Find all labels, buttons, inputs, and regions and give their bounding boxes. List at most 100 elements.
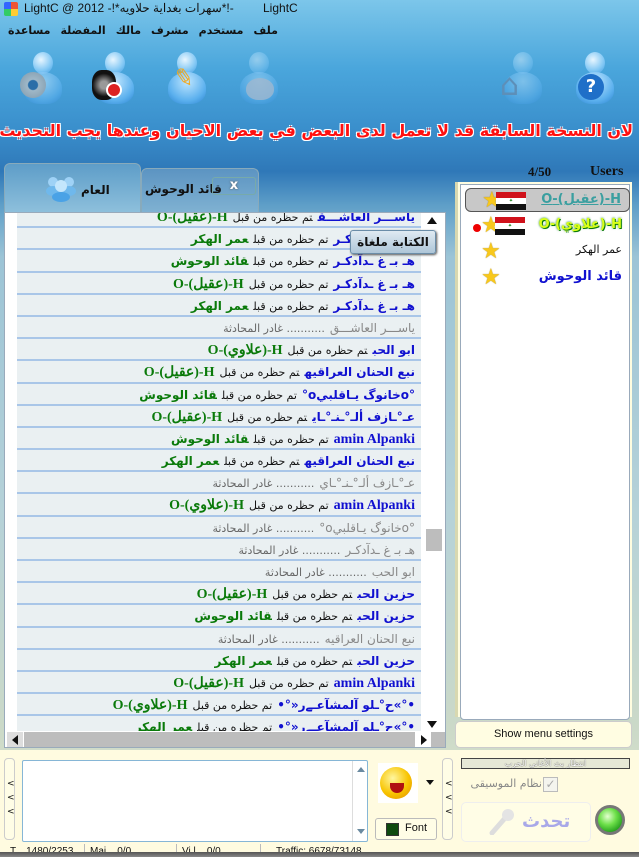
message-user[interactable]: حزين الحب: [357, 609, 415, 623]
message-action: تم حظره من قبل: [192, 699, 273, 713]
message-user[interactable]: ابو الحب: [373, 343, 416, 357]
webcam-button[interactable]: [16, 52, 68, 108]
message-user[interactable]: amin Alpanki: [334, 498, 415, 513]
message-user[interactable]: amin Alpanki: [334, 676, 415, 691]
message-moderator[interactable]: H-(عقيل)-O: [144, 365, 215, 380]
message-moderator[interactable]: H-(علاوي)-O: [208, 343, 283, 358]
menu-help[interactable]: مساعدة: [8, 24, 51, 42]
message-action: تم حظره من قبل: [253, 299, 329, 313]
emoji-dropdown-arrow-icon[interactable]: [426, 780, 434, 785]
chat-message-row: حزين الحب تم حظره من قبل عمر الهكر: [17, 649, 421, 672]
scroll-up-arrow-icon[interactable]: [357, 767, 365, 772]
message-moderator[interactable]: عمر الهكر: [191, 299, 248, 313]
message-moderator[interactable]: قائد الوحوش: [139, 388, 217, 402]
font-button[interactable]: Font: [375, 818, 437, 840]
theme-button[interactable]: [232, 52, 284, 108]
message-action: تم حظره من قبل: [276, 654, 353, 668]
chat-message-row: ياســـر العاشـــق ........... غادر المحاد…: [17, 316, 421, 340]
collapse-left-handle[interactable]: < < <: [4, 758, 15, 840]
menu-moderator[interactable]: مشرف: [151, 24, 189, 42]
message-user[interactable]: •°»ح°ـلو آلمشآعـےر«°•: [277, 720, 415, 731]
help-icon: ?: [578, 74, 604, 100]
scroll-down-arrow-icon[interactable]: [427, 721, 437, 728]
user-list-item[interactable]: ★ ✦ H-(علاوي)-O: [465, 214, 630, 238]
music-checkbox[interactable]: ✓: [543, 777, 558, 792]
announcement-marquee: لان النسخة السابقة قد لا تعمل لدى البعض …: [0, 121, 639, 145]
message-user[interactable]: نبع الحنان العراقيه: [304, 365, 415, 379]
message-moderator[interactable]: H-(عقيل)-O: [173, 676, 244, 691]
message-moderator[interactable]: عمر الهكر: [135, 720, 192, 731]
message-scrollbar[interactable]: [352, 761, 368, 841]
message-user[interactable]: ابو الحب: [372, 565, 415, 579]
message-user[interactable]: هـ بـ غ ـدآدكـر: [333, 254, 415, 268]
speaker-mute-button[interactable]: [88, 52, 140, 108]
scroll-right-arrow-icon[interactable]: [415, 732, 431, 747]
scroll-left-arrow-icon[interactable]: [7, 732, 24, 747]
message-user[interactable]: هـ بـ غ ـدآدكـر: [333, 277, 415, 291]
music-toggle[interactable]: نظام الموسيقى ✓: [461, 776, 630, 794]
collapse-right-handle[interactable]: < < <: [442, 758, 453, 840]
emoji-button[interactable]: [378, 763, 418, 803]
message-moderator[interactable]: H-(عقيل)-O: [197, 587, 268, 602]
message-user[interactable]: حزين الحب: [357, 654, 415, 668]
message-moderator[interactable]: H-(علاوي)-O: [113, 698, 188, 713]
message-user[interactable]: نبع الحنان العراقيه: [325, 632, 415, 646]
message-moderator[interactable]: H-(علاوي)-O: [169, 498, 244, 513]
chevron-left-icon: <: [7, 793, 15, 803]
message-user[interactable]: عـ°ـازف ألـ°ـنـ°ـاي: [319, 476, 415, 490]
close-tab-button[interactable]: x: [212, 177, 256, 195]
taskbar-strip: [0, 852, 639, 857]
iraq-flag-icon: ✦: [495, 217, 525, 235]
message-user[interactable]: °oخانوگ يـاقلبيo°: [302, 388, 415, 402]
user-list-item[interactable]: ★ ✦ H-(عقيل)-O: [465, 188, 630, 212]
menu-favorites[interactable]: المفضلة: [61, 24, 106, 42]
user-list-item[interactable]: ★ قائد الوحوش: [465, 266, 630, 290]
message-user[interactable]: نبع الحنان العراقيه: [304, 454, 415, 468]
home-icon: ⌂: [500, 68, 520, 103]
chat-message-row: هـ بـ غ ـدآدكـر ........... غادر المحادثة: [17, 538, 421, 561]
message-user[interactable]: هـ بـ غ ـدآدكـر: [345, 543, 415, 557]
menu-owner[interactable]: مالك: [116, 24, 141, 42]
scroll-down-arrow-icon[interactable]: [357, 829, 365, 834]
show-menu-settings-button[interactable]: Show menu settings: [455, 721, 632, 748]
message-moderator[interactable]: قائد الوحوش: [194, 609, 272, 623]
scroll-up-arrow-icon[interactable]: [427, 217, 437, 224]
menu-user[interactable]: مستخدم: [199, 24, 244, 42]
message-user[interactable]: عـ°ـازف ألـ°ـنـ°ـاي: [312, 410, 415, 424]
laughing-emoji-icon: [380, 767, 412, 799]
message-moderator[interactable]: H-(عقيل)-O: [173, 277, 244, 292]
message-action: تم حظره من قبل: [253, 432, 329, 446]
scroll-thumb[interactable]: [426, 529, 442, 551]
chat-vertical-scrollbar[interactable]: [423, 213, 445, 731]
message-moderator[interactable]: H-(عقيل)-O: [157, 213, 228, 225]
message-user[interactable]: •°»ح°ـلو آلمشآعـےر«°•: [277, 698, 415, 712]
chat-log: ياســـر العاشـــقتم حظره من قبلH-(عقيل)-…: [17, 213, 421, 731]
menu-bar: ملف مستخدم مشرف مالك المفضلة مساعدة: [8, 24, 278, 42]
menu-file[interactable]: ملف: [254, 24, 278, 42]
talk-button[interactable]: تحدث: [461, 802, 591, 842]
home-button[interactable]: ⌂: [496, 52, 548, 108]
message-user[interactable]: °oخانوگ يـاقلبيo°: [319, 521, 415, 535]
message-user[interactable]: amin Alpanki: [334, 432, 415, 447]
tab-general[interactable]: العام: [4, 163, 141, 213]
message-user[interactable]: حزين الحب: [357, 587, 415, 601]
user-list-item[interactable]: ★ عمر الهكر: [465, 240, 630, 264]
message-moderator[interactable]: قائد الوحوش: [171, 432, 249, 446]
help-button[interactable]: ?: [568, 52, 620, 108]
message-moderator[interactable]: H-(عقيل)-O: [151, 410, 222, 425]
message-moderator[interactable]: عمر الهكر: [215, 654, 272, 668]
message-user[interactable]: هـ بـ غ ـدآدكـر: [333, 299, 415, 313]
message-moderator[interactable]: عمر الهكر: [162, 454, 219, 468]
edit-profile-button[interactable]: ✎: [160, 52, 212, 108]
font-color-swatch: [386, 823, 399, 836]
user-name: H-(عقيل)-O: [541, 192, 621, 207]
message-moderator[interactable]: قائد الوحوش: [171, 254, 249, 268]
tab-private-chat[interactable]: قائد الوحوش x: [141, 168, 259, 213]
message-user[interactable]: ياســـر العاشـــق: [318, 213, 415, 224]
message-input[interactable]: [22, 760, 368, 842]
chat-message-row: •°»ح°ـلو آلمشآعـےر«°• تم حظره من قبل H-(عل…: [17, 694, 421, 717]
message-user[interactable]: ياســـر العاشـــق: [330, 321, 415, 335]
chat-horizontal-scrollbar[interactable]: [7, 732, 445, 747]
message-moderator[interactable]: عمر الهكر: [191, 232, 248, 246]
user-name: عمر الهكر: [575, 243, 622, 256]
